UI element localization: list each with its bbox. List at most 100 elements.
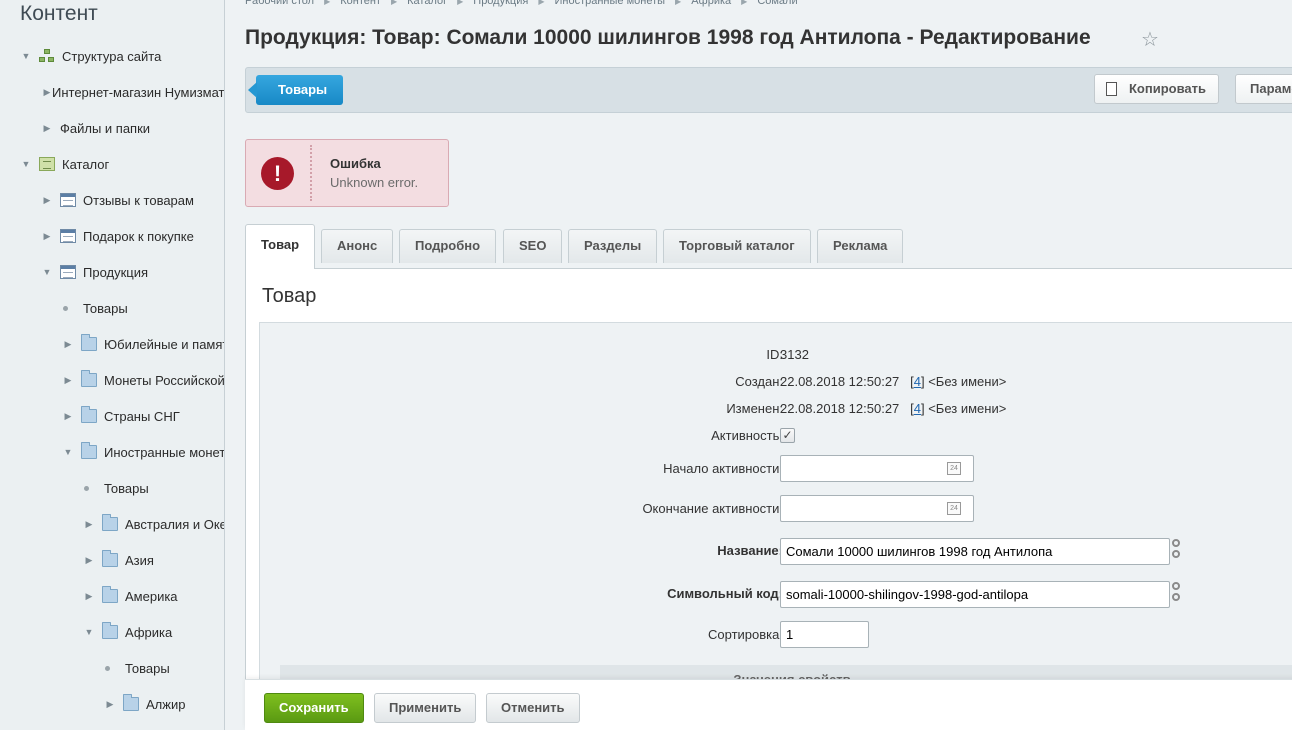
active-checkbox[interactable]: ✓ <box>780 428 795 443</box>
sidebar-item[interactable]: ▼ Африка <box>0 620 224 644</box>
code-link-icon[interactable] <box>1172 582 1181 606</box>
breadcrumb: Рабочий стол ▶ Контент ▶ Каталог ▶ Продукция ▶ И… <box>245 0 798 7</box>
sidebar-item[interactable]: ▶ Отзывы к товарам <box>0 188 224 212</box>
sidebar-item[interactable]: ▶ Подарок к покупке <box>0 224 224 248</box>
sidebar-item-label: Юбилейные и памятные <box>104 336 224 352</box>
name-label: Название: <box>717 543 783 558</box>
name-input[interactable]: Сомали 10000 шилингов 1998 год Антилопа <box>780 538 1170 565</box>
sidebar-item[interactable]: ▼ Иностранные монеты <box>0 440 225 464</box>
sidebar-item[interactable]: ▼ Продукция <box>0 260 224 284</box>
calendar-icon[interactable]: 24 <box>947 462 961 475</box>
tab-2[interactable]: Подробно <box>399 229 497 263</box>
sidebar-item[interactable]: ▶ Алжир <box>0 692 224 716</box>
folder-icon <box>102 622 118 639</box>
created-user-link[interactable]: 4 <box>914 374 921 389</box>
calendar-icon[interactable]: 24 <box>947 502 961 515</box>
sidebar-item[interactable]: ▶ Файлы и папки <box>0 116 224 140</box>
breadcrumb-link[interactable]: Рабочий стол <box>245 0 314 7</box>
created-value: 22.08.2018 12:50:27 [4] <Без имени> <box>780 374 1007 389</box>
folder-icon <box>102 514 118 531</box>
params-button[interactable]: Параметры <box>1235 74 1292 104</box>
created-label: Создан: <box>735 374 783 389</box>
sort-input[interactable]: 1 <box>780 621 869 648</box>
tab-4[interactable]: Разделы <box>568 229 658 263</box>
sidebar-item-label: Иностранные монеты <box>104 444 225 460</box>
breadcrumb-link[interactable]: Иностранные монеты <box>554 0 665 7</box>
chevron-right-icon[interactable]: ▶ <box>84 519 94 530</box>
folder-icon <box>102 550 118 567</box>
tab-0[interactable]: Товар <box>245 224 316 269</box>
translit-link-icon[interactable] <box>1172 539 1181 563</box>
chevron-right-icon[interactable]: ▶ <box>42 195 52 206</box>
chevron-right-icon[interactable]: ▶ <box>105 699 115 710</box>
tab-1[interactable]: Анонс <box>321 229 394 263</box>
error-message: ! Ошибка Unknown error. <box>245 139 449 207</box>
sidebar-item-label: Страны СНГ <box>104 408 180 424</box>
sidebar-item[interactable]: Товары <box>0 296 224 320</box>
sidebar-item[interactable]: ▶ Америка <box>0 584 224 608</box>
start-active-input[interactable] <box>780 455 974 482</box>
toolbar: Товары Копировать Параметры <box>245 67 1292 113</box>
apply-button[interactable]: Применить <box>374 693 477 723</box>
modified-date: 22.08.2018 12:50:27 <box>780 401 900 416</box>
breadcrumb-link[interactable]: Каталог <box>407 0 447 7</box>
sidebar-item-label: Товары <box>104 480 149 496</box>
active-label: Активность: <box>711 428 783 443</box>
created-date: 22.08.2018 12:50:27 <box>780 374 900 389</box>
cancel-button[interactable]: Отменить <box>486 693 580 723</box>
folder-icon <box>81 442 97 459</box>
chevron-down-icon[interactable]: ▼ <box>42 267 52 277</box>
chevron-down-icon[interactable]: ▼ <box>21 159 31 169</box>
sidebar-item[interactable]: ▶ Юбилейные и памятные <box>0 332 224 356</box>
modified-value: 22.08.2018 12:50:27 [4] <Без имени> <box>780 401 1007 416</box>
modified-user-link[interactable]: 4 <box>914 401 921 416</box>
bottom-action-bar: Сохранить Применить Отменить <box>245 679 1292 730</box>
chevron-down-icon[interactable]: ▼ <box>84 627 94 637</box>
sidebar-item-label: Африка <box>125 624 173 640</box>
chevron-right-icon[interactable]: ▶ <box>42 87 52 98</box>
list-icon <box>60 193 76 207</box>
copy-button[interactable]: Копировать <box>1094 74 1220 104</box>
chevron-right-icon[interactable]: ▶ <box>42 123 52 134</box>
sidebar-item[interactable]: ▶ Интернет-магазин Нумизмата <box>0 80 224 104</box>
favorite-star-icon[interactable]: ☆ <box>1141 27 1159 52</box>
tab-6[interactable]: Реклама <box>817 229 904 263</box>
list-icon <box>60 229 76 243</box>
error-text: Unknown error. <box>330 175 419 190</box>
sidebar-item[interactable]: Товары <box>0 656 224 680</box>
bullet-icon <box>63 305 68 311</box>
breadcrumb-link[interactable]: Африка <box>691 0 731 7</box>
sidebar-item[interactable]: ▶ Австралия и Океания <box>0 512 224 536</box>
sidebar-item-label: Товары <box>83 300 128 316</box>
code-input[interactable]: somali-10000-shilingov-1998-god-antilopa <box>780 581 1170 608</box>
site-structure-icon <box>39 49 55 63</box>
chevron-right-icon[interactable]: ▶ <box>63 339 73 350</box>
form-area: ID: 3132 Создан: 22.08.2018 12:50:27 [4]… <box>259 322 1292 695</box>
end-active-input[interactable] <box>780 495 974 522</box>
tab-3[interactable]: SEO <box>503 229 563 263</box>
list-icon <box>60 265 76 279</box>
catalog-icon <box>39 157 55 171</box>
chevron-right-icon[interactable]: ▶ <box>84 591 94 602</box>
chevron-down-icon[interactable]: ▼ <box>63 447 73 457</box>
breadcrumb-link[interactable]: Продукция <box>473 0 528 7</box>
sidebar-item[interactable]: ▶ Азия <box>0 548 224 572</box>
copy-button-label: Копировать <box>1129 81 1207 96</box>
save-button[interactable]: Сохранить <box>264 693 364 723</box>
sidebar-item[interactable]: ▶ Страны СНГ <box>0 404 224 428</box>
chevron-down-icon[interactable]: ▼ <box>21 51 31 61</box>
breadcrumb-link[interactable]: Сомали <box>757 0 797 7</box>
folder-icon <box>102 586 118 603</box>
tab-5[interactable]: Торговый каталог <box>663 229 811 263</box>
sidebar-item[interactable]: ▶ Монеты Российской <box>0 368 224 392</box>
back-to-products-button[interactable]: Товары <box>247 75 344 105</box>
chevron-right-icon[interactable]: ▶ <box>63 411 73 422</box>
sidebar-item[interactable]: ▼ Каталог <box>0 152 224 176</box>
chevron-right-icon[interactable]: ▶ <box>63 375 73 386</box>
sidebar-item[interactable]: ▼ Структура сайта <box>0 44 224 68</box>
chevron-right-icon[interactable]: ▶ <box>84 555 94 566</box>
breadcrumb-link[interactable]: Контент <box>340 0 381 7</box>
sidebar-item[interactable]: Товары <box>0 476 224 500</box>
folder-icon <box>81 406 97 423</box>
chevron-right-icon[interactable]: ▶ <box>42 231 52 242</box>
